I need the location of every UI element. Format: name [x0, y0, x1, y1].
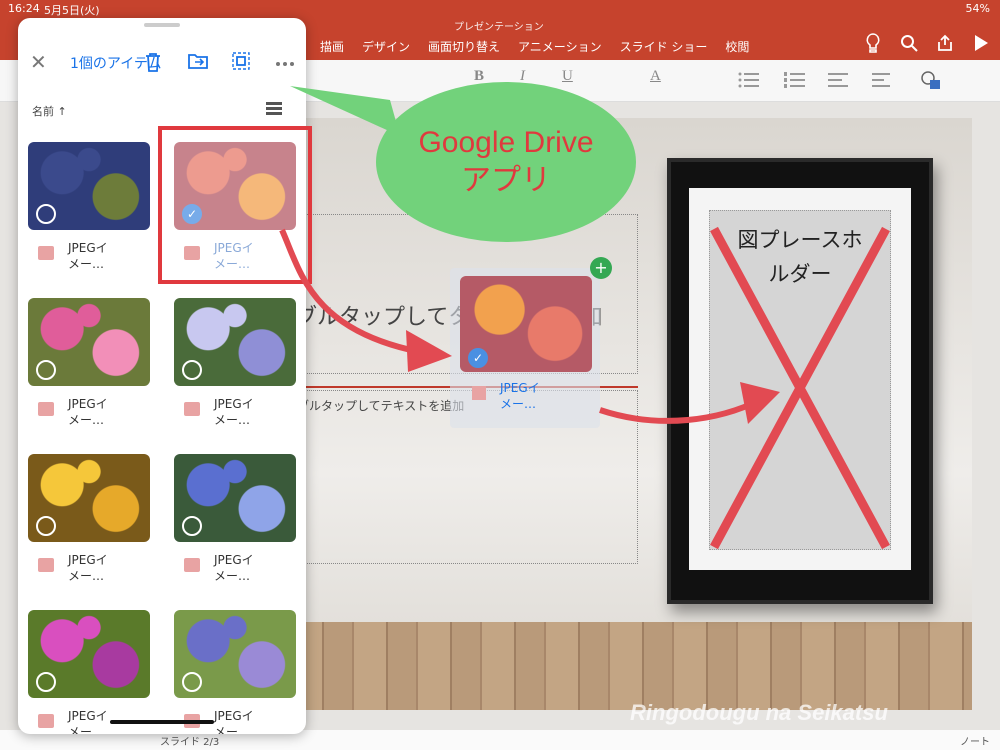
- annotation-arrows: [279, 228, 780, 424]
